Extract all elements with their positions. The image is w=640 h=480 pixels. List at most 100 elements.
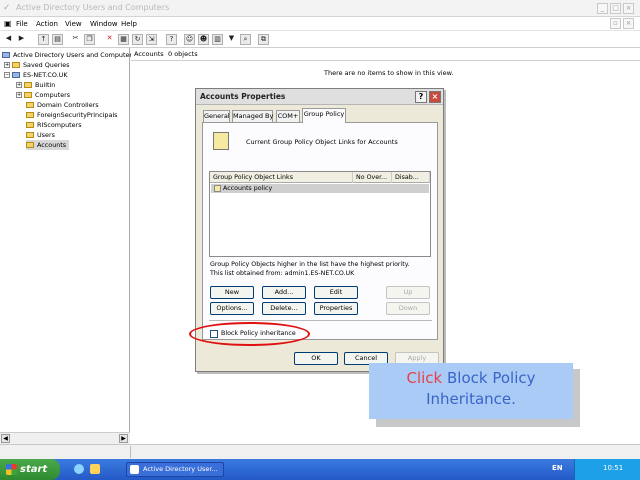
add-button[interactable]: Add... [262,286,306,299]
delete-icon[interactable]: ✕ [104,34,115,45]
details-header: Accounts 0 objects [131,48,640,61]
ou-icon [26,122,34,128]
toolbar: ◀ ▶ ↑ ▤ ✂ ❐ ✕ ▦ ↻ ⇲ ? ☺ ☻ ▥ ▼ ⌕ ⧉ [0,31,640,48]
new-button[interactable]: New [210,286,254,299]
properties-button[interactable]: Properties [314,302,358,315]
forward-icon[interactable]: ▶ [16,34,27,45]
taskbar: start Active Directory User... EN 10:51 [0,459,640,480]
dialog-close-button[interactable]: × [429,91,441,103]
window-titlebar: ✓ Active Directory Users and Computers _… [0,0,640,17]
status-divider [130,446,131,458]
find-icon[interactable]: ⌕ [240,34,251,45]
details-header-count: 0 objects [168,50,198,58]
aduc-task-icon [130,465,139,474]
quicklaunch-desktop-icon[interactable] [90,464,100,474]
scroll-right-icon[interactable]: ▶ [119,434,128,443]
options-button[interactable]: Options... [210,302,254,315]
info-line-2: This list obtained from: admin1.ES-NET.C… [210,270,355,277]
down-button[interactable]: Down [386,302,430,315]
dialog-titlebar: Accounts Properties ? × [196,89,443,105]
empty-view-text: There are no items to show in this view. [324,69,454,77]
tab-group-policy[interactable]: Group Policy [302,108,346,123]
child-restore-button[interactable]: ▫ [610,18,621,29]
clock[interactable]: 10:51 [603,464,623,472]
dialog-title: Accounts Properties [200,92,286,101]
menu-view[interactable]: View [65,20,82,28]
menu-action[interactable]: Action [36,20,58,28]
new-ou-icon[interactable]: ▥ [212,34,223,45]
tree-item-saved-queries[interactable]: + Saved Queries [4,60,69,70]
dialog-help-button[interactable]: ? [415,91,427,103]
gpo-links-list[interactable]: Group Policy Object Links No Over... Dis… [209,171,431,257]
tree-item-builtin[interactable]: + Builtin [16,80,55,90]
expand-icon[interactable]: + [16,82,22,88]
tree-item-domain-controllers[interactable]: Domain Controllers [26,100,99,110]
list-header: Group Policy Object Links No Over... Dis… [210,172,430,183]
callout-click-word: Click [406,369,443,387]
edit-button[interactable]: Edit [314,286,358,299]
menu-bar: ▣ File Action View Window Help ▫ × [0,17,640,31]
add-to-group-icon[interactable]: ⧉ [258,34,269,45]
gpo-name: Accounts policy [223,185,273,192]
tree-horizontal-scrollbar[interactable]: ◀ ▶ [0,432,130,444]
col-no-override[interactable]: No Over... [353,172,392,183]
details-header-name: Accounts [134,50,164,58]
highlight-ellipse [189,322,310,346]
folder-icon [24,92,32,98]
mmc-icon[interactable]: ▣ [4,19,12,28]
language-indicator[interactable]: EN [552,464,563,472]
expand-icon[interactable]: + [4,62,10,68]
group-policy-panel: Current Group Policy Object Links for Ac… [202,122,438,340]
folder-icon [24,82,32,88]
task-button-aduc[interactable]: Active Directory User... [126,462,224,477]
ou-icon [26,102,34,108]
menu-file[interactable]: File [16,20,28,28]
properties-icon[interactable]: ▦ [118,34,129,45]
tree-item-users[interactable]: Users [26,130,55,140]
tree-item-riscomputers[interactable]: RIScomputers [26,120,82,130]
tab-general[interactable]: General [203,110,230,122]
quicklaunch-ie-icon[interactable] [74,464,84,474]
filter-icon[interactable]: ▼ [226,34,237,45]
export-list-icon[interactable]: ⇲ [146,34,157,45]
new-user-icon[interactable]: ☺ [184,34,195,45]
maximize-button[interactable]: □ [610,3,621,14]
up-button[interactable]: Up [386,286,430,299]
show-hide-tree-icon[interactable]: ▤ [52,34,63,45]
col-disabled[interactable]: Disab... [392,172,430,183]
info-line-1: Group Policy Objects higher in the list … [210,261,410,268]
copy-icon[interactable]: ❐ [84,34,95,45]
callout-target-text-2: Inheritance. [426,390,516,408]
child-close-button[interactable]: × [623,18,634,29]
back-icon[interactable]: ◀ [3,34,14,45]
tree-item-accounts[interactable]: Accounts [26,140,70,150]
close-button[interactable]: × [623,3,634,14]
new-group-icon[interactable]: ☻ [198,34,209,45]
cut-icon[interactable]: ✂ [70,34,81,45]
start-button[interactable]: start [0,459,60,480]
tab-complus[interactable]: COM+ [276,110,300,122]
menu-window[interactable]: Window [90,20,118,28]
current-links-text: Current Group Policy Object Links for Ac… [246,138,398,146]
collapse-icon[interactable]: − [4,72,10,78]
status-bar [0,444,640,459]
folder-icon [26,112,34,118]
tree-item-computers[interactable]: + Computers [16,90,70,100]
minimize-button[interactable]: _ [597,3,608,14]
system-tray: 10:51 [574,459,640,480]
delete-button[interactable]: Delete... [262,302,306,315]
tree-item-fsp[interactable]: ForeignSecurityPrincipals [26,110,117,120]
expand-icon[interactable]: + [16,92,22,98]
up-folder-icon[interactable]: ↑ [38,34,49,45]
ok-button[interactable]: OK [294,352,338,365]
help-icon[interactable]: ? [166,34,177,45]
tab-managed-by[interactable]: Managed By [232,110,273,122]
tree-root[interactable]: Active Directory Users and Computers [2,50,135,60]
callout-target-text: Block Policy [447,369,536,387]
menu-help[interactable]: Help [121,20,137,28]
scroll-left-icon[interactable]: ◀ [1,434,10,443]
refresh-icon[interactable]: ↻ [132,34,143,45]
tree-item-domain[interactable]: − ES-NET.CO.UK [4,70,68,80]
list-item[interactable]: Accounts policy [211,184,429,193]
col-gpo-links[interactable]: Group Policy Object Links [210,172,353,183]
